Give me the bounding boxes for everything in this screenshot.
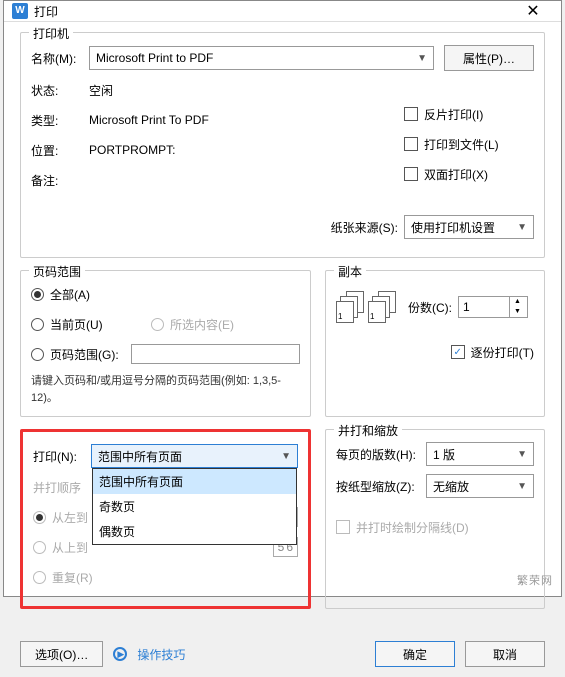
copies-group: 副本 321 321 份数(C): ▲▼ ✓逐份打印(T) [325,270,545,417]
chevron-down-icon: ▼ [517,222,527,233]
chevron-down-icon: ▼ [517,481,527,492]
titlebar: W 打印 ✕ [4,1,561,22]
duplex-checkbox[interactable]: 双面打印(X) [404,163,534,185]
dialog-footer: 选项(O)… 操作技巧 确定 取消 [4,631,561,677]
app-icon: W [12,3,28,19]
draw-lines-checkbox: 并打时绘制分隔线(D) [336,516,534,538]
scale-select[interactable]: 无缩放▼ [426,474,534,498]
range-pages-radio[interactable]: 页码范围(G): [31,343,300,365]
collate-icon: 321 [368,291,396,323]
where-label: 位置: [31,142,89,159]
page-range-input[interactable] [131,344,300,364]
print-what-label: 打印(N): [33,448,91,465]
pages-per-select[interactable]: 1 版▼ [426,442,534,466]
where-value: PORTPROMPT: [89,143,384,157]
range-group-title: 页码范围 [29,263,85,280]
watermark: 繁荣网 [517,572,553,588]
dd-option-odd[interactable]: 奇数页 [93,494,296,519]
copies-stepper[interactable]: ▲▼ [458,296,528,318]
collate-checkbox[interactable]: ✓逐份打印(T) [336,341,534,363]
zoom-group-title: 并打和缩放 [334,422,402,439]
cancel-button[interactable]: 取消 [465,641,545,667]
spin-down-icon[interactable]: ▼ [510,307,525,317]
print-what-select[interactable]: 范围中所有页面 ▼ 范围中所有页面 奇数页 偶数页 [91,444,298,468]
order-repeat-radio: 重复(R) [33,566,298,588]
collate-icon: 321 [336,291,364,323]
dialog-content: 打印机 名称(M): Microsoft Print to PDF ▼ 属性(P… [4,22,561,631]
range-all-radio[interactable]: 全部(A) [31,283,300,305]
paper-source-label: 纸张来源(S): [331,219,398,236]
range-hint: 请键入页码和/或用逗号分隔的页码范围(例如: 1,3,5-12)。 [31,373,300,406]
radio-icon [151,318,164,331]
print-what-dropdown: 范围中所有页面 奇数页 偶数页 [92,468,297,545]
radio-icon [31,348,44,361]
paper-source-select[interactable]: 使用打印机设置 ▼ [404,215,534,239]
zoom-group: 并打和缩放 每页的版数(H): 1 版▼ 按纸型缩放(Z): 无缩放▼ 并打时绘… [325,429,545,609]
order-lr-radio: 从左到 [33,509,88,526]
close-icon[interactable]: ✕ [513,1,553,21]
printer-group: 打印机 名称(M): Microsoft Print to PDF ▼ 属性(P… [20,32,545,258]
reverse-print-checkbox[interactable]: 反片打印(I) [404,103,534,125]
pages-per-label: 每页的版数(H): [336,446,426,463]
page-range-group: 页码范围 全部(A) 当前页(U) 所选内容(E) 页码范围(G): 请键入页码… [20,270,311,417]
play-circle-icon[interactable] [113,647,127,661]
type-label: 类型: [31,112,89,129]
copies-label: 份数(C): [408,299,452,316]
radio-icon [33,511,46,524]
print-dialog: W 打印 ✕ 打印机 名称(M): Microsoft Print to PDF… [3,0,562,597]
type-value: Microsoft Print To PDF [89,113,384,127]
dd-option-all[interactable]: 范围中所有页面 [93,469,296,494]
ok-button[interactable]: 确定 [375,641,455,667]
checkbox-icon [404,167,418,181]
checkbox-icon [404,137,418,151]
chevron-down-icon: ▼ [517,449,527,460]
order-label: 并打顺序 [33,479,91,496]
dd-option-even[interactable]: 偶数页 [93,519,296,544]
radio-icon [31,318,44,331]
copies-group-title: 副本 [334,263,366,280]
printer-name-value: Microsoft Print to PDF [96,51,213,65]
checkbox-icon [404,107,418,121]
window-title: 打印 [34,3,513,20]
comment-label: 备注: [31,172,89,189]
copies-input[interactable] [459,297,509,317]
radio-icon [33,541,46,554]
tips-link[interactable]: 操作技巧 [137,646,185,663]
checkbox-icon [336,520,350,534]
print-to-file-checkbox[interactable]: 打印到文件(L) [404,133,534,155]
properties-button[interactable]: 属性(P)… [444,45,534,71]
checkbox-icon: ✓ [451,345,465,359]
options-button[interactable]: 选项(O)… [20,641,103,667]
status-label: 状态: [31,82,89,99]
printer-name-label: 名称(M): [31,50,89,67]
status-value: 空闲 [89,82,384,99]
printer-name-select[interactable]: Microsoft Print to PDF ▼ [89,46,434,70]
range-selection-radio: 所选内容(E) [151,316,234,333]
spin-up-icon[interactable]: ▲ [510,297,525,307]
range-current-radio[interactable]: 当前页(U) [31,316,151,333]
order-tb-radio: 从上到 [33,539,88,556]
print-what-group: 打印(N): 范围中所有页面 ▼ 范围中所有页面 奇数页 偶数页 并打顺序 从左… [20,429,311,609]
printer-group-title: 打印机 [29,25,73,42]
radio-icon [31,288,44,301]
chevron-down-icon: ▼ [417,53,427,64]
chevron-down-icon: ▼ [281,451,291,462]
scale-label: 按纸型缩放(Z): [336,478,426,495]
radio-icon [33,571,46,584]
